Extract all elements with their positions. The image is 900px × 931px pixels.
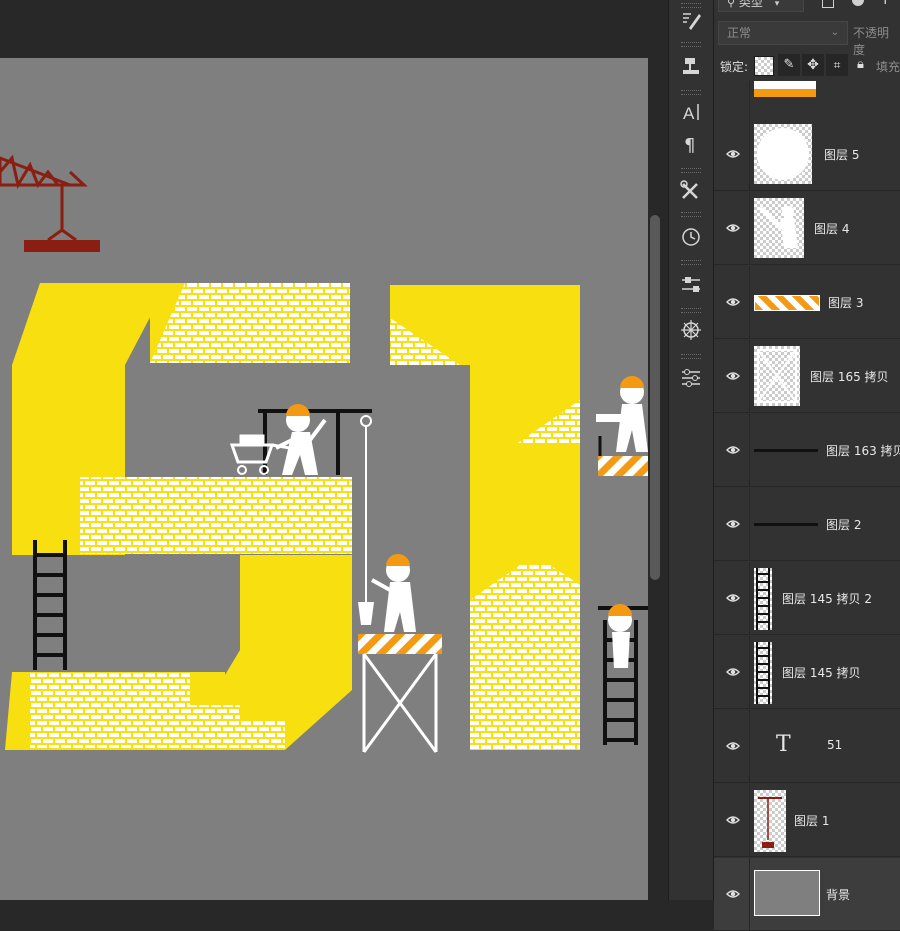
layer-row[interactable]: 图层 4	[714, 192, 900, 265]
filter-type-icon[interactable]: T	[881, 0, 890, 8]
number-5	[5, 283, 352, 750]
lock-all-icon[interactable]: 🔒︎	[857, 57, 864, 72]
grip-icon	[681, 354, 701, 359]
layer-name: 图层 4	[814, 222, 850, 236]
clone-source-icon[interactable]	[677, 52, 705, 80]
filter-pixel-icon[interactable]	[822, 0, 834, 8]
layers-panel: ⚲ 类型 ▾ T 正常 ⌄ 不透明度 锁定: ✎ ✥ ⌗ 🔒︎ 填充 图层 5 图…	[714, 0, 900, 931]
layer-row[interactable]: 图层 2	[714, 488, 900, 561]
blend-mode-value: 正常	[727, 26, 752, 40]
layer-name: 图层 1	[794, 814, 830, 828]
svg-text:¶: ¶	[684, 135, 695, 156]
filter-adjustment-icon[interactable]	[852, 0, 864, 6]
layer-thumbnail	[754, 523, 818, 526]
layer-thumbnail	[754, 449, 818, 452]
ladder-left	[33, 540, 67, 670]
grip-icon	[681, 260, 701, 265]
text-layer-icon: T	[776, 732, 791, 757]
layer-name: 图层 5	[824, 148, 860, 162]
worker-platform	[596, 376, 648, 476]
grip-icon	[681, 168, 701, 173]
history-icon[interactable]	[677, 222, 705, 250]
layer-name: 图层 165 拷贝	[810, 370, 889, 384]
properties-icon[interactable]	[677, 270, 705, 298]
svg-text:A: A	[683, 104, 695, 123]
visibility-eye-icon[interactable]	[726, 740, 740, 752]
worker-cart	[275, 404, 327, 475]
visibility-eye-icon[interactable]	[726, 666, 740, 678]
brush-settings-icon[interactable]	[677, 6, 705, 34]
layer-thumbnail	[754, 295, 820, 311]
grip-icon	[681, 212, 701, 217]
layer-thumbnail	[754, 568, 772, 630]
lock-transparent-icon[interactable]	[754, 56, 774, 76]
visibility-eye-icon[interactable]	[726, 888, 740, 900]
layer-thumbnail	[754, 346, 800, 406]
layer-name: 图层 145 拷贝 2	[782, 592, 872, 606]
tool-presets-icon[interactable]	[677, 176, 705, 204]
visibility-eye-icon[interactable]	[726, 444, 740, 456]
visibility-eye-icon[interactable]	[726, 814, 740, 826]
layer-name: 51	[827, 738, 843, 752]
panel-tool-strip: A ¶	[668, 0, 714, 900]
layer-row[interactable]: 图层 165 拷贝	[714, 340, 900, 413]
visibility-eye-icon[interactable]	[726, 148, 740, 160]
layer-row[interactable]: 背景	[714, 858, 900, 931]
layer-row[interactable]: 图层 163 拷贝	[714, 414, 900, 487]
layer-row[interactable]: T 51	[714, 710, 900, 783]
layer-row[interactable]: 图层 1	[714, 784, 900, 857]
layer-thumbnail	[754, 642, 772, 704]
layer-row[interactable]: 图层 145 拷贝	[714, 636, 900, 709]
layer-thumbnail	[754, 81, 816, 97]
lock-position-icon[interactable]: ✥	[802, 54, 824, 76]
layer-name: 图层 2	[826, 518, 862, 532]
wheelbarrow	[229, 434, 291, 475]
navigator-icon[interactable]	[677, 316, 705, 344]
opacity-label: 不透明度	[853, 26, 890, 57]
character-icon[interactable]: A	[677, 98, 705, 126]
layer-thumbnail	[754, 790, 786, 852]
bucket	[358, 602, 374, 625]
visibility-eye-icon[interactable]	[726, 592, 740, 604]
visibility-eye-icon[interactable]	[726, 518, 740, 530]
visibility-eye-icon[interactable]	[726, 222, 740, 234]
lock-label: 锁定:	[720, 60, 749, 74]
layer-name: 背景	[826, 888, 851, 902]
fill-label: 填充	[876, 60, 900, 74]
layer-thumbnail	[754, 198, 804, 258]
layer-thumbnail	[754, 124, 812, 184]
crane-load	[24, 240, 100, 252]
document-canvas[interactable]	[0, 58, 648, 900]
canvas-scrollbar[interactable]	[650, 215, 660, 580]
blend-mode-select[interactable]: 正常 ⌄	[718, 21, 848, 45]
lock-pixels-icon[interactable]: ✎	[778, 54, 800, 76]
layer-thumbnail	[754, 870, 820, 916]
chevron-down-icon: ▾	[774, 0, 780, 9]
layer-name: 图层 145 拷贝	[782, 666, 861, 680]
layer-row[interactable]: 图层 5	[714, 118, 900, 191]
visibility-eye-icon[interactable]	[726, 370, 740, 382]
layer-row[interactable]: 图层 145 拷贝 2	[714, 562, 900, 635]
layer-row[interactable]: 图层 3	[714, 266, 900, 339]
worker-scaffold	[371, 554, 416, 632]
crane	[0, 154, 88, 242]
chevron-down-icon: ⌄	[830, 27, 839, 38]
layer-name: 图层 3	[828, 296, 864, 310]
paragraph-icon[interactable]: ¶	[677, 130, 705, 158]
layer-filter-label: 类型	[738, 0, 763, 9]
layer-name: 图层 163 拷贝	[826, 444, 900, 458]
grip-icon	[681, 308, 701, 313]
lock-artboard-icon[interactable]: ⌗	[826, 54, 848, 76]
visibility-eye-icon[interactable]	[726, 296, 740, 308]
artwork	[0, 154, 648, 753]
grip-icon	[681, 42, 701, 47]
scaffold	[358, 634, 442, 753]
layer-row-partial[interactable]	[714, 81, 900, 119]
layer-filter-select[interactable]: ⚲ 类型 ▾	[718, 0, 804, 12]
search-icon: ⚲	[727, 0, 736, 9]
grip-icon	[681, 90, 701, 95]
adjustments-icon[interactable]	[677, 364, 705, 392]
